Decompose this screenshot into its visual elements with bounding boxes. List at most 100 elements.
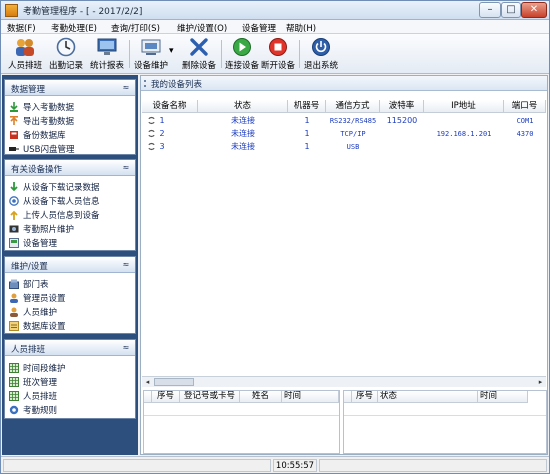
- device-list-title: 我的设备列表: [151, 80, 203, 90]
- menu-device[interactable]: 设备管理: [242, 22, 276, 34]
- upload-icon: [10, 210, 18, 220]
- column-header[interactable]: IP地址: [424, 100, 504, 113]
- main-window: 考勤管理程序 - [ - 2017/2/2] – □ ✕ 数据(F) 考勤处理(…: [0, 0, 550, 474]
- power-icon: [312, 38, 330, 56]
- export-arrow-icon: [10, 116, 18, 125]
- collapse-icon[interactable]: ≈: [121, 260, 131, 270]
- scroll-left-icon[interactable]: ◂: [142, 377, 153, 387]
- row-indicator: [344, 391, 352, 403]
- column-header[interactable]: 波特率: [380, 100, 424, 113]
- menu-query-print[interactable]: 查询/打印(S): [111, 22, 160, 34]
- section-header[interactable]: 维护/设置 ≈: [5, 257, 135, 273]
- attendance-record-button[interactable]: 出勤记录: [45, 36, 87, 72]
- window-title: 考勤管理程序 - [ - 2017/2/2]: [23, 7, 143, 17]
- device-status-icon: [148, 142, 155, 151]
- statistics-report-button[interactable]: 统计报表: [87, 36, 127, 72]
- section-maintenance-settings: 维护/设置 ≈ 部门表 管理员设置 人员维护 数据库设置: [4, 256, 136, 334]
- toolbar-separator: [221, 40, 222, 68]
- people-icon: [16, 39, 34, 56]
- column-header[interactable]: 序号: [352, 391, 378, 403]
- device-status-icon: [148, 116, 155, 125]
- record-table: 序号 登记号或卡号 姓名 时间: [143, 390, 340, 454]
- usb-drive-icon: [9, 147, 19, 151]
- column-header[interactable]: 时间: [478, 391, 528, 403]
- column-header[interactable]: 设备名称: [142, 100, 198, 113]
- device-status-icon: [148, 129, 155, 138]
- section-header[interactable]: 数据管理 ≈: [5, 80, 135, 96]
- row-divider: [344, 415, 546, 416]
- scroll-right-icon[interactable]: ▸: [535, 377, 546, 387]
- shift-grid-icon: [9, 377, 19, 387]
- section-header[interactable]: 人员排班 ≈: [5, 340, 135, 356]
- row-divider: [144, 415, 339, 416]
- minimize-button[interactable]: –: [479, 2, 501, 18]
- maximize-button[interactable]: □: [501, 2, 521, 18]
- clock-icon: [56, 37, 76, 57]
- device-table: 设备名称 状态 机器号 通信方式 波特率 IP地址 端口号 1 未连接 1 RS…: [142, 100, 546, 376]
- status-panel: [3, 459, 271, 472]
- toolbar: 人员排班 出勤记录 统计报表 设备维护 ▾ 删除设备 连接设备 断开设备 退出系…: [1, 34, 549, 74]
- connect-device-button[interactable]: 连接设备: [223, 36, 261, 72]
- column-header[interactable]: 状态: [198, 100, 288, 113]
- menu-help[interactable]: 帮助(H): [286, 22, 316, 34]
- download-icon: [10, 182, 18, 192]
- device-list-icon: [9, 238, 19, 248]
- collapse-icon[interactable]: ≈: [121, 83, 131, 93]
- device-icon: [141, 39, 161, 55]
- column-header[interactable]: 端口号: [504, 100, 546, 113]
- admin-icon: [10, 293, 18, 303]
- status-table: 序号 状态 时间: [343, 390, 547, 454]
- import-arrow-icon: [10, 102, 18, 112]
- status-panel: [319, 459, 547, 472]
- monitor-icon: [97, 38, 117, 55]
- status-bar: 10:55:57: [1, 456, 549, 473]
- close-button[interactable]: ✕: [521, 2, 547, 18]
- photo-icon: [9, 225, 19, 233]
- column-header[interactable]: 姓名: [240, 391, 282, 403]
- delete-device-button[interactable]: 删除设备: [179, 36, 219, 72]
- menu-data[interactable]: 数据(F): [7, 22, 36, 34]
- collapse-icon[interactable]: ≈: [121, 163, 131, 173]
- collapse-icon[interactable]: ≈: [121, 343, 131, 353]
- section-staff-scheduling: 人员排班 ≈ 时间段维护 班次管理 人员排班 考勤规则: [4, 339, 136, 419]
- rules-gear-icon: [9, 405, 19, 415]
- app-icon: [5, 4, 18, 17]
- content-pane: 我的设备列表 设备名称 状态 机器号 通信方式 波特率 IP地址 端口号 1 未…: [140, 75, 548, 455]
- section-data-management: 数据管理 ≈ 导入考勤数据 导出考勤数据 备份数据库 USB闪盘管理: [4, 79, 136, 155]
- staff-schedule-button[interactable]: 人员排班: [5, 36, 45, 72]
- column-header[interactable]: 登记号或卡号: [180, 391, 240, 403]
- title-bar: 考勤管理程序 - [ - 2017/2/2] – □ ✕: [1, 1, 549, 20]
- clock-display: 10:55:57: [273, 459, 317, 472]
- toolbar-separator: [299, 40, 300, 68]
- database-icon: [10, 131, 18, 139]
- column-header[interactable]: 机器号: [288, 100, 326, 113]
- device-list-header: 我的设备列表: [141, 76, 547, 91]
- toolbar-separator: [129, 40, 130, 68]
- disconnect-device-button[interactable]: 断开设备: [258, 36, 298, 72]
- section-header[interactable]: 有关设备操作 ≈: [5, 160, 135, 176]
- column-header[interactable]: 通信方式: [326, 100, 380, 113]
- section-device-operations: 有关设备操作 ≈ 从设备下载记录数据 从设备下载人员信息 上传人员信息到设备 考…: [4, 159, 136, 251]
- cross-icon: [190, 38, 208, 56]
- device-maintenance-button[interactable]: 设备维护: [131, 36, 171, 72]
- department-icon: [9, 279, 19, 289]
- menu-maintenance[interactable]: 维护/设置(O): [177, 22, 227, 34]
- exit-system-button[interactable]: 退出系统: [301, 36, 341, 72]
- time-grid-icon: [9, 363, 19, 373]
- schedule-grid-icon: [9, 391, 19, 401]
- column-header[interactable]: 状态: [378, 391, 478, 403]
- menu-attendance[interactable]: 考勤处理(E): [51, 22, 97, 34]
- person-icon: [10, 307, 18, 317]
- scroll-thumb[interactable]: [154, 378, 194, 386]
- person-download-icon: [9, 196, 19, 206]
- device-maintenance-dropdown[interactable]: ▾: [169, 46, 174, 56]
- navigation-pane: 数据管理 ≈ 导入考勤数据 导出考勤数据 备份数据库 USB闪盘管理 有关设备操…: [2, 75, 138, 455]
- menu-bar: 数据(F) 考勤处理(E) 查询/打印(S) 维护/设置(O) 设备管理 帮助(…: [1, 20, 549, 34]
- column-header[interactable]: 时间: [282, 391, 339, 403]
- database-settings-icon: [9, 321, 19, 331]
- horizontal-scrollbar[interactable]: ◂ ▸: [142, 376, 546, 387]
- stop-icon: [269, 38, 287, 56]
- grip-icon: [144, 80, 146, 87]
- row-indicator: [144, 391, 152, 403]
- column-header[interactable]: 序号: [152, 391, 180, 403]
